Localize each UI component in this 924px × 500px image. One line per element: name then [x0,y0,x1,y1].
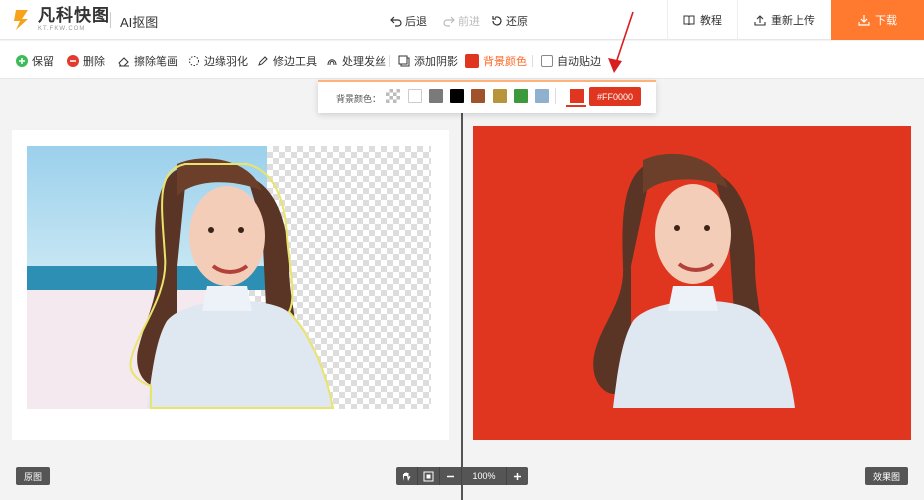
feather-tool-label: 边缘羽化 [204,56,248,68]
reupload-label: 重新上传 [771,15,815,27]
trim-tool-label: 修边工具 [273,56,317,68]
download-icon [858,15,870,26]
shadow-tool-label: 添加阴影 [414,56,458,68]
annotation-arrow-icon [608,11,634,73]
logo-icon [14,9,28,30]
download-button[interactable]: 下载 [831,0,924,40]
undo-icon [390,16,402,27]
autofit-checkbox[interactable]: 自动贴边 [541,53,601,69]
app-title: AI抠图 [120,15,159,30]
autofit-label: 自动贴边 [557,56,601,68]
swatch-gray[interactable] [429,89,443,103]
swatch-gold[interactable] [493,89,507,103]
current-color-swatch[interactable] [570,89,584,103]
swatch-green[interactable] [514,89,528,103]
reupload-button[interactable]: 重新上传 [737,0,831,40]
zoom-out-button[interactable] [440,467,462,485]
plus-circle-icon [16,55,28,67]
feather-tool-button[interactable]: 边缘羽化 [188,53,248,69]
hex-color-input[interactable]: #FF0000 [589,87,641,106]
compare-divider[interactable] [461,113,463,500]
result-image[interactable] [473,126,911,440]
zoom-value: 100% [472,471,496,481]
keep-tool-label: 保留 [32,56,54,68]
swatch-white[interactable] [408,89,422,103]
undo-label: 后退 [405,16,427,28]
restore-label: 还原 [506,16,528,28]
feather-edge-icon [189,56,199,66]
shadow-icon [398,55,410,67]
erase-tool-label: 擦除笔画 [134,56,178,68]
original-photo [27,146,335,409]
pen-icon [258,56,268,66]
original-label: 原图 [16,467,51,485]
swatch-transparent[interactable] [386,89,400,103]
download-label: 下载 [875,15,897,27]
delete-tool-button[interactable]: 删除 [67,53,105,69]
zoom-controls: 100% [396,467,528,485]
tutorial-label: 教程 [700,15,722,27]
hair-icon [327,59,337,66]
toolbar-divider [532,55,533,67]
redo-icon [443,16,455,27]
plus-icon [514,472,521,480]
zoom-in-button[interactable] [506,467,528,485]
tutorial-button[interactable]: 教程 [667,0,737,40]
swatch-black[interactable] [450,89,464,103]
bgcolor-popup-label: 背景颜色： [336,94,382,104]
bgcolor-swatch-icon [465,54,479,68]
erase-tool-button[interactable]: 擦除笔画 [118,53,178,69]
trim-tool-button[interactable]: 修边工具 [257,53,317,69]
redo-button[interactable]: 前进 [443,13,480,29]
current-color-underline [566,105,586,107]
keep-tool-button[interactable]: 保留 [16,53,54,69]
logo-name: 凡科快图 [38,6,110,25]
redo-label: 前进 [458,16,480,28]
hair-tool-label: 处理发丝 [342,56,386,68]
header-divider [110,12,111,28]
fit-screen-button[interactable] [418,467,440,485]
minus-circle-icon [67,55,79,67]
fit-screen-icon [423,471,434,481]
shadow-tool-button[interactable]: 添加阴影 [398,53,458,69]
top-header: 凡科快图 KT.FKW.COM AI抠图 后退 前进 还原 教程 重新上传 下载 [0,0,924,40]
bgcolor-tool-label: 背景颜色 [483,56,527,68]
toolbar-divider [389,55,390,67]
result-label: 效果图 [864,467,908,485]
logo[interactable]: 凡科快图 KT.FKW.COM [12,7,110,32]
book-icon [683,15,695,26]
swatch-brown[interactable] [471,89,485,103]
restore-button[interactable]: 还原 [491,13,528,29]
logo-domain: KT.FKW.COM [38,26,86,32]
popup-divider [555,88,556,104]
swatch-light-blue[interactable] [535,89,549,103]
result-photo [593,153,795,408]
minus-icon [447,475,454,477]
original-image[interactable] [27,146,431,409]
restore-icon [492,16,502,26]
undo-button[interactable]: 后退 [390,13,427,29]
delete-tool-label: 删除 [83,56,105,68]
hand-icon [403,472,411,481]
pan-hand-button[interactable] [396,467,418,485]
eraser-icon [118,57,129,67]
hair-tool-button[interactable]: 处理发丝 [326,53,386,69]
edit-toolbar: 保留 删除 擦除笔画 边缘羽化 修边工具 处理发丝 添加阴影 背景颜色 自动贴边 [0,41,924,79]
checkbox-icon [541,55,553,67]
upload-icon [754,15,766,26]
bgcolor-tool-button[interactable]: 背景颜色 [465,53,527,69]
